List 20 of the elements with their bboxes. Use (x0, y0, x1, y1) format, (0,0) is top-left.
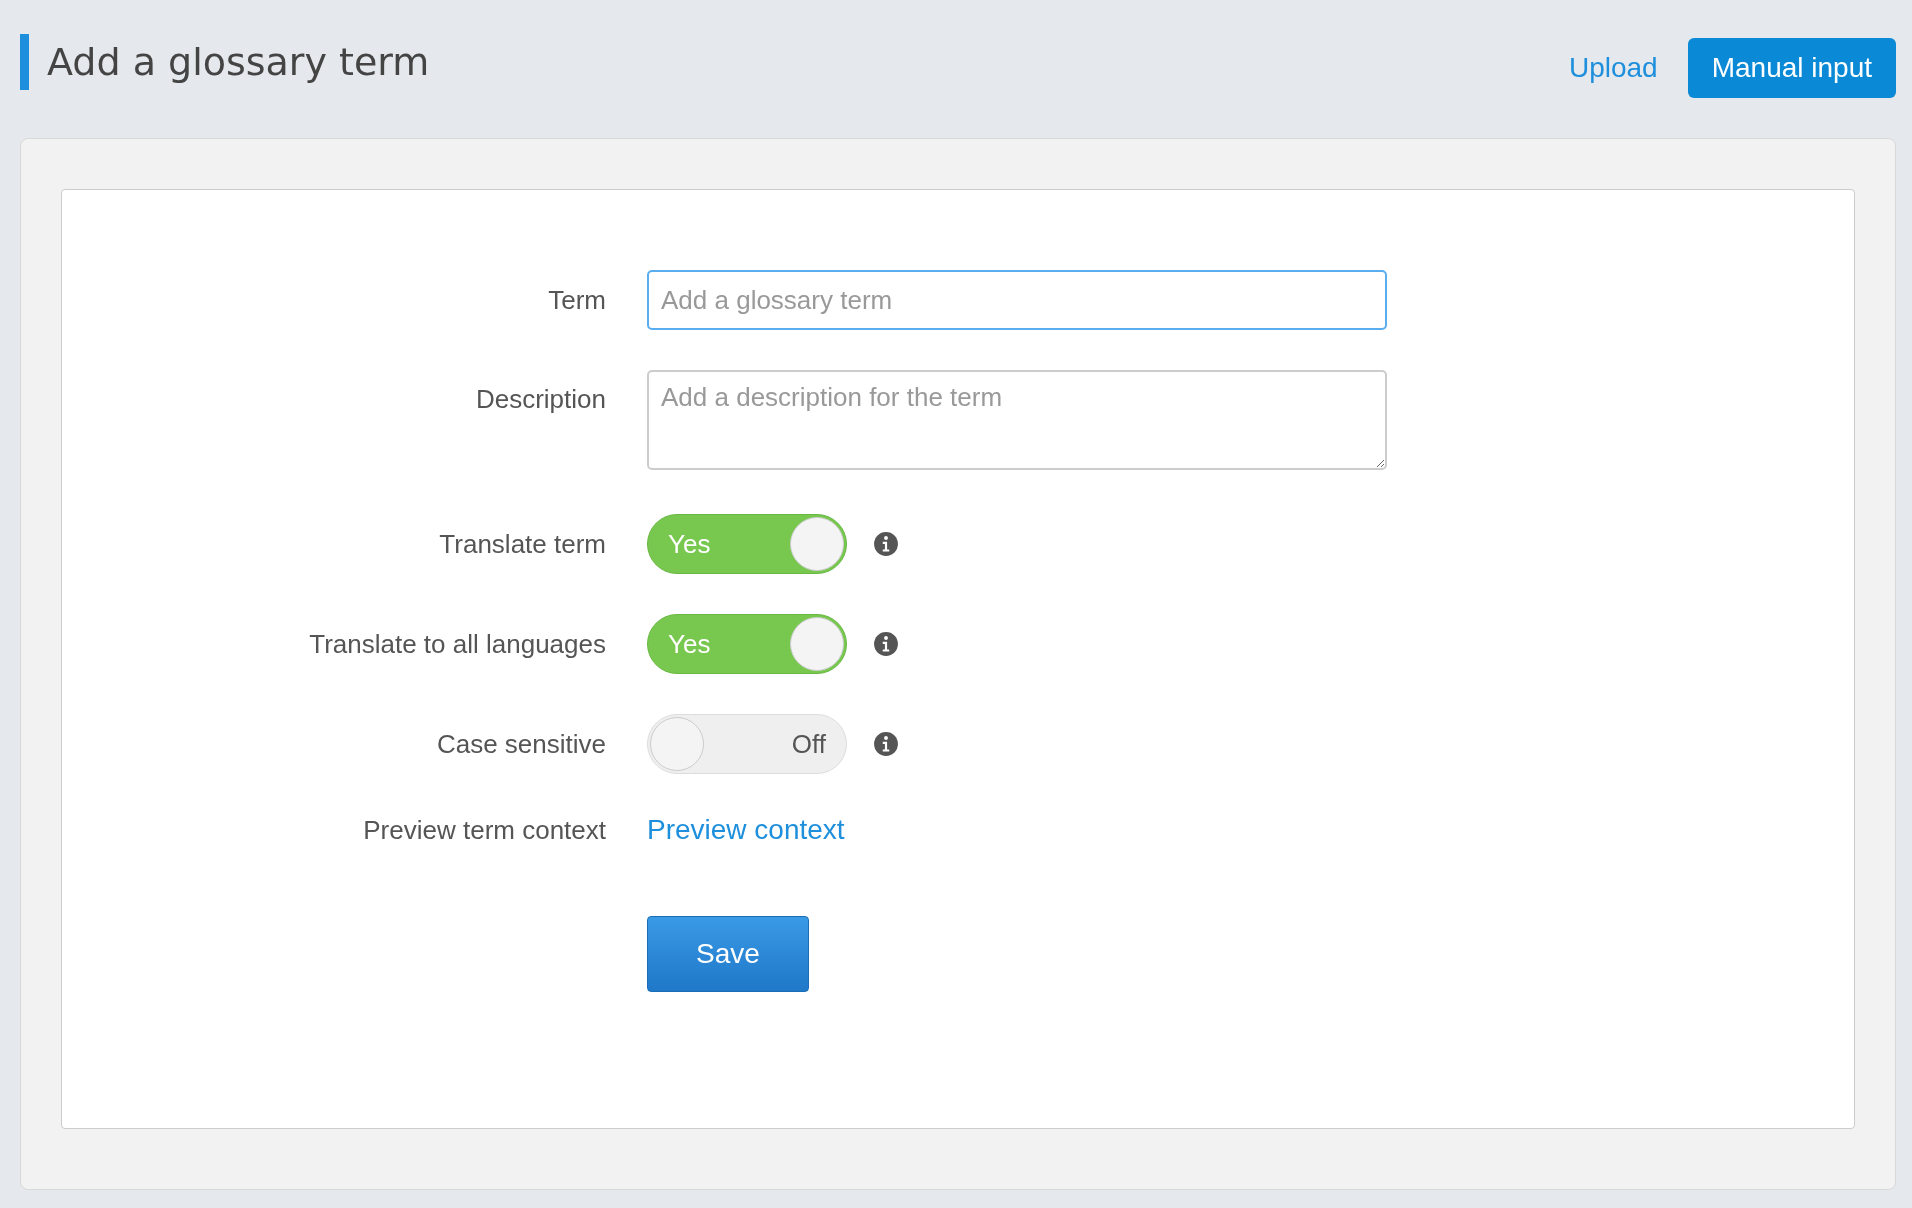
info-icon[interactable] (873, 731, 899, 757)
upload-link[interactable]: Upload (1568, 52, 1658, 84)
toggle-switch[interactable]: Yes (647, 614, 847, 674)
description-textarea[interactable]: Add a description for the term (647, 370, 1387, 470)
save-button[interactable]: Save (647, 916, 809, 992)
info-icon[interactable] (873, 531, 899, 557)
field-label: Preview term context (362, 814, 606, 846)
page-title: Add a glossary term (47, 40, 430, 84)
field-label: Term (547, 284, 606, 316)
field-label: Translate to all languages (308, 628, 606, 660)
toggle-switch[interactable]: Yes (647, 514, 847, 574)
term-input-field[interactable]: Add a glossary term (647, 270, 1387, 330)
field-label: Description (474, 383, 606, 415)
preview-context-link[interactable]: Preview context (647, 814, 845, 845)
manual-input-button[interactable]: Manual input (1687, 38, 1896, 98)
field-label: Translate term (438, 528, 606, 560)
title-accent-bar (20, 34, 29, 90)
toggle-switch[interactable]: Off (647, 714, 847, 774)
info-icon[interactable] (873, 631, 899, 657)
field-label: Case sensitive (435, 728, 606, 760)
